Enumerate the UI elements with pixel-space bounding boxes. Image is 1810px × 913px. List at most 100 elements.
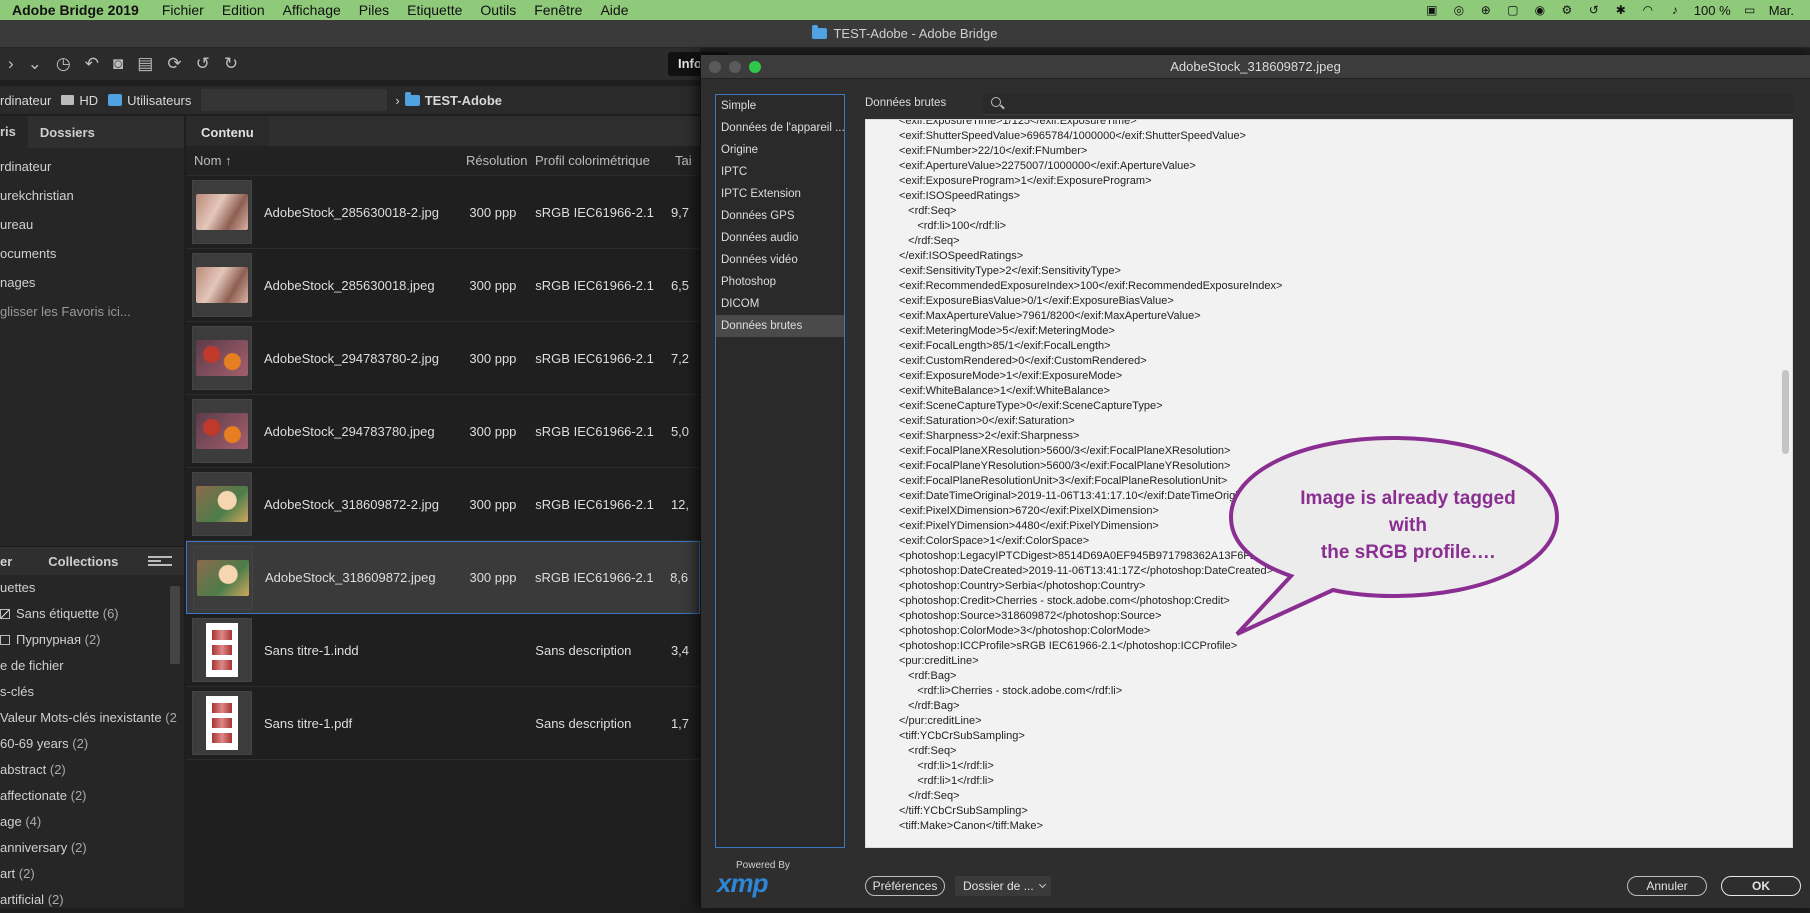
forward-icon[interactable]: › bbox=[8, 54, 14, 74]
wifi-icon[interactable]: ◠ bbox=[1640, 3, 1656, 17]
column-profile[interactable]: Profil colorimétrique bbox=[535, 153, 675, 168]
menu-piles[interactable]: Piles bbox=[350, 2, 398, 18]
recent-icon[interactable]: ◷ bbox=[56, 54, 71, 74]
tab-favoris[interactable]: ris bbox=[0, 116, 28, 148]
ok-button[interactable]: OK bbox=[1721, 876, 1801, 896]
volume-icon[interactable]: ♪ bbox=[1667, 3, 1683, 17]
breadcrumb-hidden[interactable] bbox=[201, 89, 388, 111]
chevron-down-icon[interactable]: ⌄ bbox=[28, 54, 42, 74]
file-row[interactable]: Sans titre-1.pdf Sans description 1,7 bbox=[186, 687, 700, 760]
category-camera-data[interactable]: Données de l'appareil ... bbox=[716, 117, 844, 139]
menu-outils[interactable]: Outils bbox=[471, 2, 525, 18]
thumbnail[interactable] bbox=[193, 545, 253, 610]
filter-section-labels[interactable]: uettes bbox=[0, 575, 184, 601]
sync-icon[interactable]: ⟳ bbox=[167, 54, 181, 74]
thumbnail[interactable] bbox=[192, 691, 252, 755]
panel-menu-icon[interactable] bbox=[148, 556, 172, 566]
filter-item-keyword[interactable]: affectionate (2) bbox=[0, 783, 184, 809]
menu-clock[interactable]: Mar. bbox=[1769, 3, 1794, 18]
filter-item-keyword[interactable]: age (4) bbox=[0, 809, 184, 835]
favorite-computer[interactable]: rdinateur bbox=[0, 152, 184, 181]
preferences-button[interactable]: Préférences bbox=[865, 876, 945, 896]
filter-item-keyword[interactable]: artificial (2) bbox=[0, 887, 184, 913]
bridge-status-icon[interactable]: ◉ bbox=[1532, 3, 1548, 17]
rotate-left-icon[interactable]: ↺ bbox=[196, 54, 210, 74]
filter-item-keyword[interactable]: anniversary (2) bbox=[0, 835, 184, 861]
thumbnail[interactable] bbox=[192, 618, 252, 682]
template-folder-dropdown[interactable]: Dossier de ... bbox=[955, 876, 1051, 896]
thumbnail[interactable] bbox=[192, 472, 252, 536]
file-row[interactable]: AdobeStock_318609872-2.jpg 300 ppp sRGB … bbox=[186, 468, 700, 541]
breadcrumb-users[interactable]: Utilisateurs bbox=[108, 93, 191, 108]
category-simple[interactable]: Simple bbox=[716, 95, 844, 117]
favorite-documents[interactable]: ocuments bbox=[0, 239, 184, 268]
rotate-right-icon[interactable]: ↻ bbox=[224, 54, 238, 74]
file-row[interactable]: AdobeStock_294783780.jpeg 300 ppp sRGB I… bbox=[186, 395, 700, 468]
accessibility-icon[interactable]: ⊕ bbox=[1478, 3, 1494, 17]
category-gps[interactable]: Données GPS bbox=[716, 205, 844, 227]
category-origin[interactable]: Origine bbox=[716, 139, 844, 161]
favorite-desktop[interactable]: ureau bbox=[0, 210, 184, 239]
tab-dossiers[interactable]: Dossiers bbox=[28, 125, 107, 140]
filter-item-keyword[interactable]: 60-69 years (2) bbox=[0, 731, 184, 757]
thumbnail[interactable] bbox=[192, 399, 252, 463]
filter-section-keywords[interactable]: s-clés bbox=[0, 679, 184, 705]
thumbnail[interactable] bbox=[192, 180, 252, 244]
minimize-icon[interactable] bbox=[729, 61, 741, 73]
thumbnail[interactable] bbox=[192, 253, 252, 317]
file-row[interactable]: AdobeStock_285630018.jpeg 300 ppp sRGB I… bbox=[186, 249, 700, 322]
filter-item-keyword[interactable]: abstract (2) bbox=[0, 757, 184, 783]
gear-icon[interactable]: ⚙ bbox=[1559, 3, 1575, 17]
category-iptc-extension[interactable]: IPTC Extension bbox=[716, 183, 844, 205]
menu-etiquette[interactable]: Etiquette bbox=[398, 2, 471, 18]
breadcrumb-test-adobe[interactable]: › TEST-Adobe bbox=[395, 91, 502, 108]
favorite-images[interactable]: nages bbox=[0, 268, 184, 297]
bluetooth-icon[interactable]: ✱ bbox=[1613, 3, 1629, 17]
favorite-user[interactable]: urekchristian bbox=[0, 181, 184, 210]
checkbox-icon[interactable] bbox=[0, 609, 10, 619]
tab-contenu[interactable]: Contenu bbox=[186, 116, 269, 146]
filter-section-filetype[interactable]: e de fichier bbox=[0, 653, 184, 679]
column-name[interactable]: Nom ↑ bbox=[186, 153, 466, 168]
tab-filtre[interactable]: er bbox=[0, 554, 24, 569]
battery-icon[interactable]: ▭ bbox=[1742, 3, 1758, 17]
tab-collections[interactable]: Collections bbox=[24, 554, 130, 569]
filter-item-keyword[interactable]: Valeur Mots-clés inexistante (2 bbox=[0, 705, 184, 731]
time-machine-icon[interactable]: ↺ bbox=[1586, 3, 1602, 17]
filter-item-no-label[interactable]: Sans étiquette (6) bbox=[0, 601, 184, 627]
menu-edition[interactable]: Edition bbox=[213, 2, 274, 18]
breadcrumb-computer[interactable]: rdinateur bbox=[0, 93, 51, 108]
category-video[interactable]: Données vidéo bbox=[716, 249, 844, 271]
category-raw-data[interactable]: Données brutes bbox=[716, 315, 844, 337]
menu-fichier[interactable]: Fichier bbox=[153, 2, 213, 18]
close-icon[interactable] bbox=[709, 61, 721, 73]
filter-item-keyword[interactable]: art (2) bbox=[0, 861, 184, 887]
file-row-selected[interactable]: AdobeStock_318609872.jpeg 300 ppp sRGB I… bbox=[186, 541, 700, 614]
menu-aide[interactable]: Aide bbox=[591, 2, 637, 18]
filter-scrollbar[interactable] bbox=[170, 586, 180, 664]
category-dicom[interactable]: DICOM bbox=[716, 293, 844, 315]
app-status-icon[interactable]: ▣ bbox=[1424, 3, 1440, 17]
search-input[interactable] bbox=[983, 93, 1793, 115]
checkbox-icon[interactable] bbox=[0, 635, 10, 645]
file-row[interactable]: AdobeStock_294783780-2.jpg 300 ppp sRGB … bbox=[186, 322, 700, 395]
column-size[interactable]: Tai bbox=[675, 153, 700, 168]
messages-icon[interactable]: ▢ bbox=[1505, 3, 1521, 17]
zoom-icon[interactable] bbox=[749, 61, 761, 73]
camera-icon[interactable]: ◙ bbox=[113, 54, 123, 74]
file-row[interactable]: Sans titre-1.indd Sans description 3,4 bbox=[186, 614, 700, 687]
category-photoshop[interactable]: Photoshop bbox=[716, 271, 844, 293]
category-iptc[interactable]: IPTC bbox=[716, 161, 844, 183]
menu-app-name[interactable]: Adobe Bridge 2019 bbox=[0, 2, 153, 18]
column-resolution[interactable]: Résolution bbox=[466, 153, 535, 168]
raw-data-scrollbar[interactable] bbox=[1782, 370, 1789, 454]
cloud-icon[interactable]: ◎ bbox=[1451, 3, 1467, 17]
menu-fenetre[interactable]: Fenêtre bbox=[525, 2, 591, 18]
menu-affichage[interactable]: Affichage bbox=[274, 2, 350, 18]
refine-icon[interactable]: ▤ bbox=[137, 54, 153, 74]
cancel-button[interactable]: Annuler bbox=[1627, 876, 1707, 896]
category-audio[interactable]: Données audio bbox=[716, 227, 844, 249]
file-row[interactable]: AdobeStock_285630018-2.jpg 300 ppp sRGB … bbox=[186, 176, 700, 249]
return-icon[interactable]: ↶ bbox=[85, 54, 99, 74]
filter-item-purple[interactable]: Пурпурная (2) bbox=[0, 627, 184, 653]
